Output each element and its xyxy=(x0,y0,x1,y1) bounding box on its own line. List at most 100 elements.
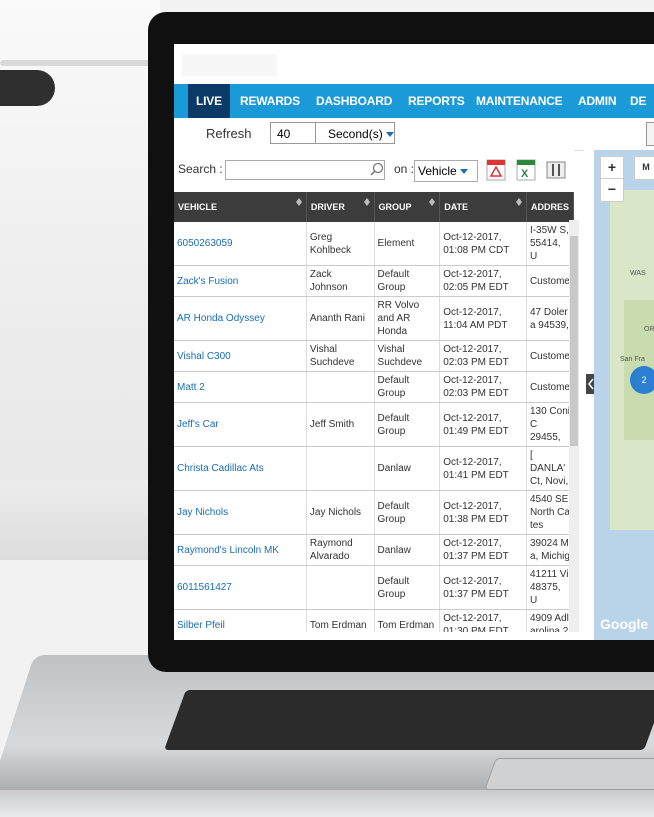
cell-driver: Tom Erdman xyxy=(306,609,375,632)
zoom-out-button[interactable]: − xyxy=(600,178,624,202)
vehicle-table: VEHICLE DRIVER GROUP DATE ADDRES 6050263… xyxy=(174,192,574,632)
cell-address: Custome xyxy=(526,371,574,403)
cell-group: Default Group xyxy=(374,490,441,535)
cell-driver xyxy=(306,371,375,403)
chevron-down-icon xyxy=(385,132,394,138)
cell-date: Oct-12-2017, 01:41 PM EDT xyxy=(439,446,527,491)
sort-icon xyxy=(515,198,522,206)
cell-group: RR Volvo and AR Honda xyxy=(374,296,441,341)
cell-address: Custome xyxy=(526,265,574,297)
car-trim xyxy=(0,60,150,66)
sort-icon xyxy=(295,198,302,206)
vehicle-cluster-marker[interactable]: 2 xyxy=(630,366,654,394)
header-address[interactable]: ADDRES xyxy=(526,192,574,222)
cell-date: Oct-12-2017, 02:03 PM EDT xyxy=(439,371,527,403)
toolbar-button[interactable] xyxy=(646,122,654,146)
search-input[interactable] xyxy=(225,160,385,180)
cell-driver xyxy=(306,565,375,610)
cell-address: [ DANLA' Ct, Novi, xyxy=(526,446,574,491)
trackpad xyxy=(484,758,654,790)
search-scope-label: Vehicle xyxy=(418,164,457,178)
excel-export-icon[interactable]: X xyxy=(516,158,536,182)
table-row[interactable]: AR Honda Odyssey Ananth Rani RR Volvo and … xyxy=(174,296,574,341)
table-row[interactable]: Silber Pfeil Tom Erdman Tom Erdman Oct-12-2… xyxy=(174,609,574,632)
cell-vehicle[interactable]: Raymond's Lincoln MK xyxy=(174,534,307,566)
header-vehicle-label: VEHICLE xyxy=(178,202,218,212)
header-driver[interactable]: DRIVER xyxy=(306,192,375,222)
cell-group: Tom Erdman xyxy=(374,609,441,632)
cell-vehicle[interactable]: Matt 2 xyxy=(174,371,307,403)
cell-vehicle[interactable]: Zack's Fusion xyxy=(174,265,307,297)
cell-group: Default Group xyxy=(374,265,441,297)
keyboard xyxy=(164,690,654,750)
cell-date: Oct-12-2017, 11:04 AM PDT xyxy=(439,296,527,341)
header-date[interactable]: DATE xyxy=(439,192,527,222)
columns-icon[interactable] xyxy=(546,158,566,182)
table-row[interactable]: Vishal C300 Vishal Suchdeve Vishal Suchdev… xyxy=(174,340,574,372)
table-row[interactable]: Matt 2 Default Group Oct-12-2017, 02:03 PM… xyxy=(174,371,574,403)
laptop-lip xyxy=(0,790,654,817)
table-row[interactable]: Christa Cadillac Ats Danlaw Oct-12-2017, 0… xyxy=(174,446,574,491)
refresh-label: Refresh xyxy=(206,126,252,141)
cell-vehicle[interactable]: Vishal C300 xyxy=(174,340,307,372)
panel-divider xyxy=(584,150,594,640)
cell-address: 47 Doler a 94539, xyxy=(526,296,574,341)
cell-vehicle[interactable]: Jeff's Car xyxy=(174,402,307,447)
svg-text:X: X xyxy=(521,168,529,180)
search-scope-select[interactable]: Vehicle xyxy=(414,160,478,182)
logo-area xyxy=(182,54,277,76)
cell-driver: Vishal Suchdeve xyxy=(306,340,375,372)
table-row[interactable]: Jeff's Car Jeff Smith Default Group Oct-12-… xyxy=(174,402,574,447)
search-bar: Search : on : Vehicle X xyxy=(174,150,574,190)
table-row[interactable]: Raymond's Lincoln MK Raymond Alvarado Danl… xyxy=(174,534,574,566)
table-row[interactable]: 6011561427 Default Group Oct-12-2017, 01:3… xyxy=(174,565,574,610)
cell-vehicle[interactable]: Christa Cadillac Ats xyxy=(174,446,307,491)
cell-driver: Jeff Smith xyxy=(306,402,375,447)
header-group[interactable]: GROUP xyxy=(374,192,441,222)
car-lower-panel xyxy=(0,480,150,560)
cell-address: 39024 M a, Michig xyxy=(526,534,574,566)
cell-vehicle[interactable]: 6050263059 xyxy=(174,222,307,266)
cell-vehicle[interactable]: 6011561427 xyxy=(174,565,307,610)
header-address-label: ADDRES xyxy=(530,202,569,212)
cell-address: 4909 Adl arolina 2 xyxy=(526,609,574,632)
cell-vehicle[interactable]: AR Honda Odyssey xyxy=(174,296,307,341)
cell-date: Oct-12-2017, 01:38 PM EDT xyxy=(439,490,527,535)
nav-dashboard[interactable]: DASHBOARD xyxy=(316,84,392,118)
cell-vehicle[interactable]: Jay Nichols xyxy=(174,490,307,535)
cell-group: Element xyxy=(374,222,441,266)
cell-group: Default Group xyxy=(374,565,441,610)
table-row[interactable]: 6050263059 Greg Kohlbeck Element Oct-12-201… xyxy=(174,222,574,266)
refresh-interval-input[interactable]: 40 xyxy=(270,122,316,144)
header-vehicle[interactable]: VEHICLE xyxy=(174,192,307,222)
nav-maintenance[interactable]: MAINTENANCE xyxy=(476,84,563,118)
pdf-export-icon[interactable] xyxy=(486,158,506,182)
nav-rewards[interactable]: REWARDS xyxy=(240,84,300,118)
cell-group: Default Group xyxy=(374,371,441,403)
nav-reports[interactable]: REPORTS xyxy=(408,84,465,118)
on-label: on : xyxy=(394,162,415,176)
table-scrollbar[interactable] xyxy=(569,220,579,632)
nav-live[interactable]: LIVE xyxy=(188,84,230,118)
cell-driver: Zack Johnson xyxy=(306,265,375,297)
map-label-was: WAS xyxy=(630,270,646,277)
refresh-unit-label: Second(s) xyxy=(328,127,383,141)
cell-date: Oct-12-2017, 01:37 PM EDT xyxy=(439,565,527,610)
nav-de[interactable]: DE xyxy=(630,84,646,118)
cell-date: Oct-12-2017, 01:49 PM EDT xyxy=(439,402,527,447)
refresh-bar: Refresh 40 Second(s) xyxy=(174,118,654,151)
table-row[interactable]: Zack's Fusion Zack Johnson Default Group Oc… xyxy=(174,265,574,297)
cell-vehicle[interactable]: Silber Pfeil xyxy=(174,609,307,632)
table-row[interactable]: Jay Nichols Jay Nichols Default Group Oct-1… xyxy=(174,490,574,535)
cell-date: Oct-12-2017, 02:03 PM EDT xyxy=(439,340,527,372)
scrollbar-thumb[interactable] xyxy=(570,236,578,446)
map-view[interactable]: + − M WAS OR San Fra 2 Google xyxy=(594,150,654,640)
refresh-unit-select[interactable]: Second(s) xyxy=(315,122,395,144)
zoom-in-button[interactable]: + xyxy=(600,156,624,180)
nav-admin[interactable]: ADMIN xyxy=(578,84,617,118)
cell-driver: Raymond Alvarado xyxy=(306,534,375,566)
cell-date: Oct-12-2017, 01:08 PM CDT xyxy=(439,222,527,266)
header-date-label: DATE xyxy=(444,202,469,212)
search-icon[interactable] xyxy=(370,162,384,181)
map-type-button[interactable]: M xyxy=(634,156,654,180)
